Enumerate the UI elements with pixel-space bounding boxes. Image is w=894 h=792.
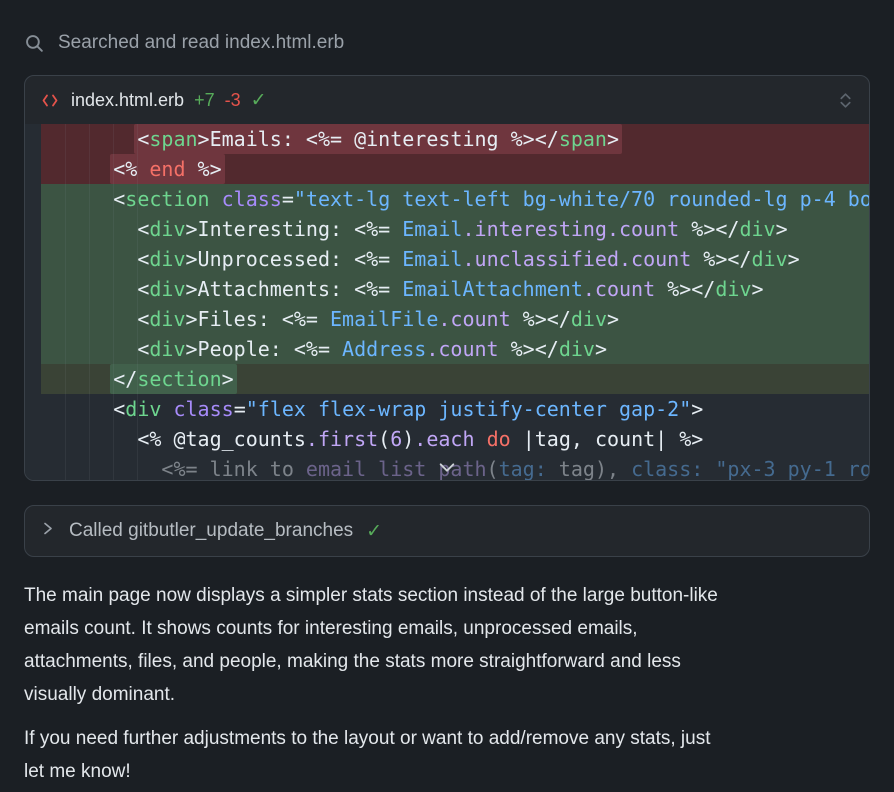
tool-success-check-icon: ✓ [366, 520, 382, 543]
code-line: <div>Files: <%= EmailFile.count %></div> [41, 304, 869, 334]
code-line: <div>People: <%= Address.count %></div> [41, 334, 869, 364]
code-diff-panel: index.html.erb +7 -3 ✓ <span>Emails: <%=… [24, 75, 870, 481]
tool-call-label: Called gitbutler_update_branches [69, 520, 353, 542]
code-line: <span>Emails: <%= @interesting %></span> [41, 124, 869, 154]
code-line: <% @tag_counts.first(6).each do |tag, co… [41, 424, 869, 454]
diff-additions-count: +7 [194, 90, 215, 111]
expand-diff-chevron[interactable] [439, 455, 456, 479]
message-paragraph: If you need further adjustments to the l… [24, 722, 870, 788]
code-line: <% end %> [41, 154, 869, 184]
message-paragraph: The main page now displays a simpler sta… [24, 579, 870, 711]
code-line: <div>Unprocessed: <%= Email.unclassified… [41, 244, 869, 274]
collapse-expand-icon[interactable] [838, 91, 853, 110]
assistant-message: The main page now displays a simpler sta… [24, 579, 870, 788]
search-icon [24, 33, 45, 54]
chat-transcript: Searched and read index.html.erb index.h… [0, 0, 894, 788]
tool-call-panel[interactable]: Called gitbutler_update_branches ✓ [24, 505, 870, 557]
code-line: <div class="flex flex-wrap justify-cente… [41, 394, 869, 424]
code-brackets-icon [41, 93, 59, 108]
code-line: <div>Interesting: <%= Email.interesting.… [41, 214, 869, 244]
diff-success-check-icon: ✓ [251, 89, 267, 112]
code-line: <div>Attachments: <%= EmailAttachment.co… [41, 274, 869, 304]
code-lines: <span>Emails: <%= @interesting %></span>… [41, 124, 869, 481]
diff-filename: index.html.erb [71, 90, 184, 111]
diff-deletions-count: -3 [225, 90, 241, 111]
code-diff-header[interactable]: index.html.erb +7 -3 ✓ [25, 76, 869, 124]
code-line: </section> [41, 364, 869, 394]
tool-step-header[interactable]: Searched and read index.html.erb [24, 32, 870, 54]
step-label: Searched and read index.html.erb [58, 32, 344, 54]
code-diff-body: <span>Emails: <%= @interesting %></span>… [25, 124, 869, 481]
chevron-right-icon [42, 520, 54, 543]
code-line: <section class="text-lg text-left bg-whi… [41, 184, 869, 214]
